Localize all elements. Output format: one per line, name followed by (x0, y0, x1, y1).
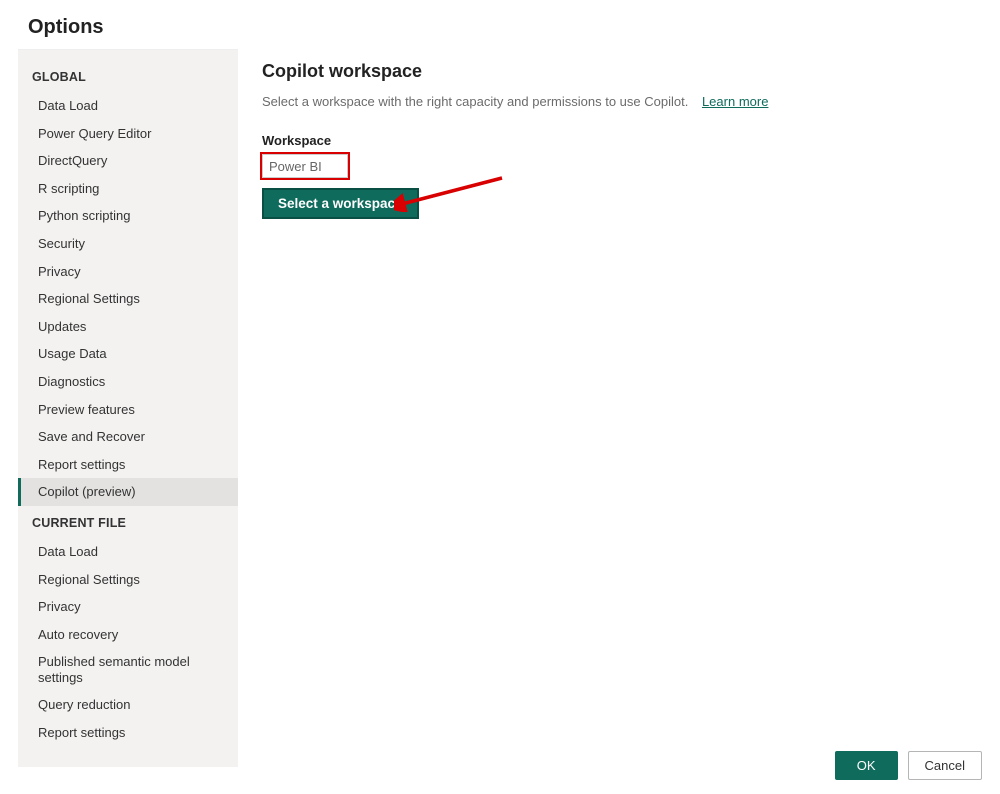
sidebar-item-copilot-preview[interactable]: Copilot (preview) (18, 478, 238, 506)
workspace-input[interactable] (262, 154, 348, 178)
sidebar-item-cf-query-reduction[interactable]: Query reduction (18, 691, 238, 719)
main-description-text: Select a workspace with the right capaci… (262, 94, 688, 109)
sidebar-item-privacy[interactable]: Privacy (18, 258, 238, 286)
sidebar-item-r-scripting[interactable]: R scripting (18, 175, 238, 203)
sidebar-item-data-load[interactable]: Data Load (18, 92, 238, 120)
learn-more-link[interactable]: Learn more (702, 94, 768, 109)
sidebar-item-cf-regional-settings[interactable]: Regional Settings (18, 566, 238, 594)
sidebar-item-power-query-editor[interactable]: Power Query Editor (18, 120, 238, 148)
sidebar-item-cf-privacy[interactable]: Privacy (18, 593, 238, 621)
main-heading: Copilot workspace (262, 61, 988, 82)
dialog-title: Options (0, 0, 1000, 49)
sidebar-item-python-scripting[interactable]: Python scripting (18, 202, 238, 230)
select-workspace-button[interactable]: Select a workspace (262, 188, 419, 219)
sidebar-item-cf-data-load[interactable]: Data Load (18, 538, 238, 566)
sidebar-item-cf-published-semantic-model-settings[interactable]: Published semantic model settings (18, 648, 238, 691)
sidebar-item-directquery[interactable]: DirectQuery (18, 147, 238, 175)
sidebar-item-cf-auto-recovery[interactable]: Auto recovery (18, 621, 238, 649)
sidebar-section-global: GLOBAL (18, 60, 238, 92)
sidebar-item-save-and-recover[interactable]: Save and Recover (18, 423, 238, 451)
sidebar: GLOBAL Data Load Power Query Editor Dire… (18, 49, 238, 767)
sidebar-item-diagnostics[interactable]: Diagnostics (18, 368, 238, 396)
sidebar-section-current-file: CURRENT FILE (18, 506, 238, 538)
main-panel: Copilot workspace Select a workspace wit… (238, 49, 988, 767)
sidebar-item-regional-settings[interactable]: Regional Settings (18, 285, 238, 313)
sidebar-item-updates[interactable]: Updates (18, 313, 238, 341)
sidebar-item-cf-report-settings[interactable]: Report settings (18, 719, 238, 747)
sidebar-item-report-settings[interactable]: Report settings (18, 451, 238, 479)
sidebar-item-preview-features[interactable]: Preview features (18, 396, 238, 424)
sidebar-item-usage-data[interactable]: Usage Data (18, 340, 238, 368)
cancel-button[interactable]: Cancel (908, 751, 982, 780)
sidebar-item-security[interactable]: Security (18, 230, 238, 258)
workspace-label: Workspace (262, 133, 988, 148)
ok-button[interactable]: OK (835, 751, 898, 780)
dialog-footer: OK Cancel (835, 751, 982, 780)
main-description: Select a workspace with the right capaci… (262, 94, 988, 109)
